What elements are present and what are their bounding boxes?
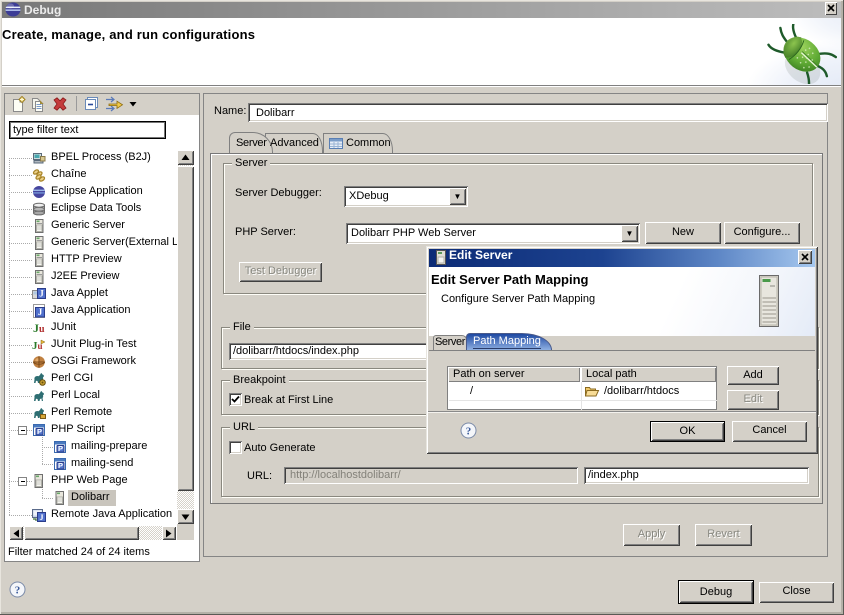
svg-text:P: P <box>37 427 42 436</box>
svg-text:u: u <box>39 324 45 335</box>
svg-text:J: J <box>40 513 44 522</box>
svg-text:P: P <box>58 444 63 453</box>
svg-text:P: P <box>58 461 63 470</box>
svg-text:?: ? <box>15 585 21 597</box>
svg-text:J: J <box>38 307 43 317</box>
svg-text:J: J <box>39 289 44 299</box>
svg-text:?: ? <box>466 426 472 438</box>
